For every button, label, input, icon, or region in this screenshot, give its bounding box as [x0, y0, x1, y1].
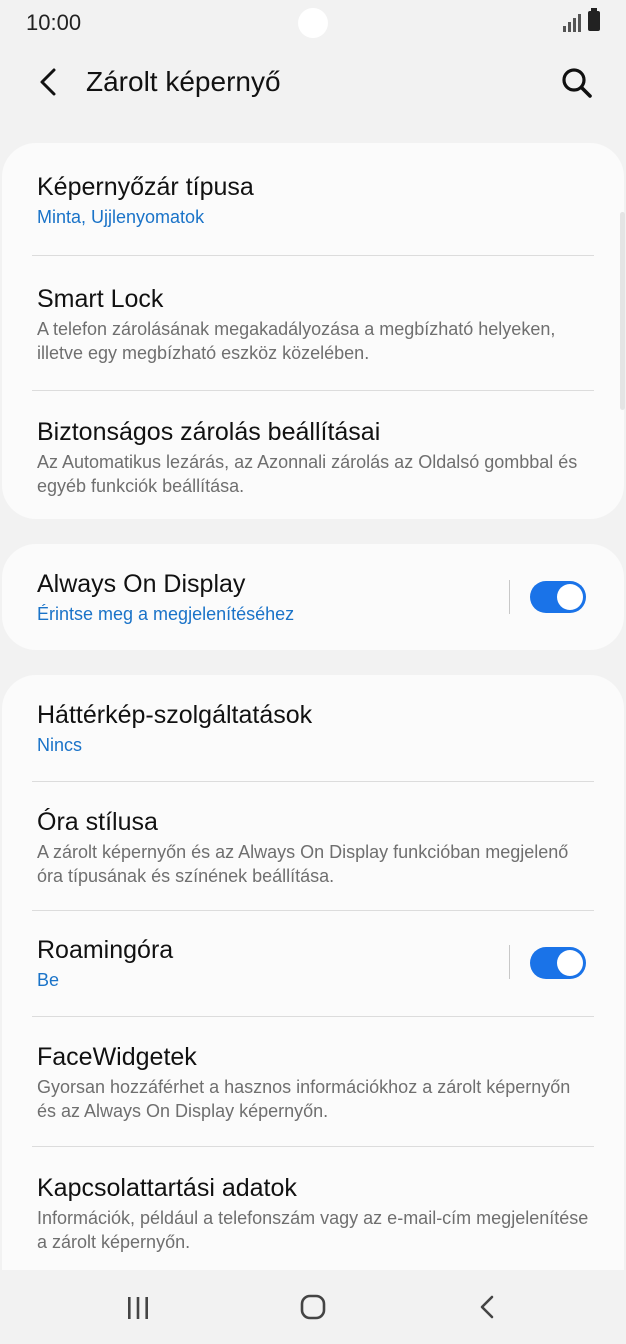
item-subtitle: Minta, Ujjlenyomatok: [37, 207, 205, 227]
security-card: Képernyőzár típusa Minta, Ujjlenyomatok …: [2, 143, 624, 519]
item-title: Képernyőzár típusa: [37, 173, 254, 201]
divider: [32, 1146, 594, 1147]
item-subtitle: Be: [37, 970, 60, 990]
item-subtitle: A zárolt képernyőn és az Always On Displ…: [37, 842, 569, 886]
item-title: Always On Display: [37, 570, 246, 598]
item-title: Biztonságos zárolás beállításai: [37, 418, 381, 446]
list-item-screen-lock-type[interactable]: Képernyőzár típusa Minta, Ujjlenyomatok: [37, 171, 594, 229]
battery-icon: [588, 8, 600, 31]
customization-card: Háttérkép-szolgáltatások Nincs Óra stílu…: [2, 675, 624, 1270]
item-subtitle: Érintse meg a megjelenítéséhez: [37, 604, 295, 624]
item-title: Óra stílusa: [37, 808, 158, 836]
divider: [32, 910, 594, 911]
toggle-knob: [557, 950, 583, 976]
item-title: Háttérkép-szolgáltatások: [37, 701, 313, 729]
list-item-secure-lock-settings[interactable]: Biztonságos zárolás beállításai Az Autom…: [37, 416, 594, 498]
item-subtitle: Az Automatikus lezárás, az Azonnali záro…: [37, 452, 578, 496]
search-icon[interactable]: [560, 66, 594, 100]
toggle-knob: [557, 584, 583, 610]
signal-icon: [563, 14, 581, 32]
always-on-display-toggle[interactable]: [530, 581, 586, 613]
camera-cutout: [298, 8, 328, 38]
item-title: Roamingóra: [37, 936, 174, 964]
toggle-separator: [509, 945, 510, 979]
page-title: Zárolt képernyő: [86, 66, 281, 97]
list-item-roaming-clock[interactable]: Roamingóra Be: [37, 934, 494, 992]
item-subtitle: Nincs: [37, 735, 83, 755]
toggle-separator: [509, 580, 510, 614]
list-item-contact-information[interactable]: Kapcsolattartási adatok Információk, pél…: [37, 1172, 594, 1254]
list-item-always-on-display[interactable]: Always On Display Érintse meg a megjelen…: [37, 568, 494, 626]
divider: [32, 255, 594, 256]
list-item-clock-style[interactable]: Óra stílusa A zárolt képernyőn és az Alw…: [37, 806, 594, 888]
divider: [32, 781, 594, 782]
back-icon[interactable]: [468, 1294, 508, 1322]
item-title: FaceWidgetek: [37, 1043, 197, 1071]
item-subtitle: A telefon zárolásának megakadályozása a …: [37, 319, 556, 363]
list-item-facewidgets[interactable]: FaceWidgetek Gyorsan hozzáférhet a haszn…: [37, 1041, 594, 1123]
navigation-bar: [0, 1270, 626, 1344]
status-time: 10:00: [26, 10, 82, 35]
app-bar: Zárolt képernyő: [0, 48, 626, 122]
item-title: Kapcsolattartási adatok: [37, 1174, 297, 1202]
roaming-clock-toggle[interactable]: [530, 947, 586, 979]
divider: [32, 1016, 594, 1017]
recents-icon[interactable]: [118, 1294, 158, 1322]
home-icon[interactable]: [293, 1294, 333, 1322]
back-arrow-icon[interactable]: [34, 64, 64, 100]
divider: [32, 390, 594, 391]
item-subtitle: Gyorsan hozzáférhet a hasznos információ…: [37, 1077, 571, 1121]
always-on-display-card: Always On Display Érintse meg a megjelen…: [2, 544, 624, 650]
list-item-wallpaper-services[interactable]: Háttérkép-szolgáltatások Nincs: [37, 699, 594, 757]
list-item-smart-lock[interactable]: Smart Lock A telefon zárolásának megakad…: [37, 283, 594, 365]
item-subtitle: Információk, például a telefonszám vagy …: [37, 1208, 589, 1252]
item-title: Smart Lock: [37, 285, 164, 313]
status-bar: 10:00: [0, 0, 626, 48]
scrollbar[interactable]: [620, 212, 625, 410]
